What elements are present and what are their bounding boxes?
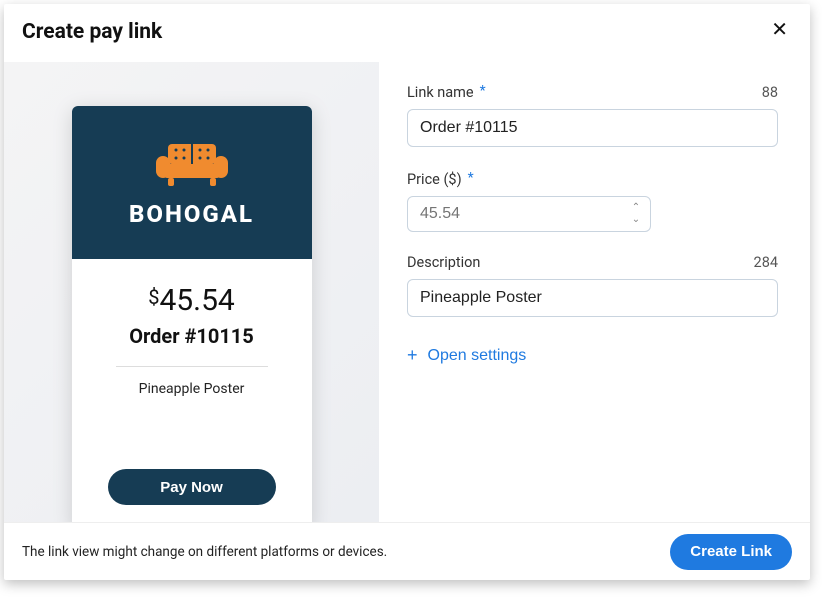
- brand-name: BOHOGAL: [129, 200, 254, 228]
- price-step-up[interactable]: ⌃: [627, 202, 645, 214]
- divider: [116, 366, 268, 367]
- link-name-label: Link name: [407, 84, 474, 101]
- preview-pane: BOHOGAL $45.54 Order #10115 Pineapple Po…: [4, 62, 379, 522]
- price-step-down[interactable]: ⌄: [627, 214, 645, 226]
- paylink-preview-card: BOHOGAL $45.54 Order #10115 Pineapple Po…: [72, 106, 312, 522]
- price-field: Price ($) * ⌃ ⌄: [407, 169, 778, 232]
- link-name-counter: 88: [762, 84, 778, 101]
- open-settings-button[interactable]: + Open settings: [407, 345, 526, 366]
- chevron-down-icon: ⌄: [632, 214, 640, 225]
- price-label: Price ($): [407, 171, 462, 188]
- pay-now-button[interactable]: Pay Now: [108, 469, 276, 505]
- description-input[interactable]: [407, 279, 778, 317]
- price-stepper: ⌃ ⌄: [627, 196, 645, 232]
- couch-icon: [150, 138, 234, 188]
- close-button[interactable]: ✕: [767, 20, 792, 40]
- order-name: Order #10115: [92, 324, 292, 348]
- create-link-button[interactable]: Create Link: [670, 534, 792, 570]
- card-body: $45.54 Order #10115 Pineapple Poster: [72, 259, 312, 423]
- form-pane: Link name * 88 Price ($) *: [379, 62, 810, 522]
- required-asterisk: *: [480, 83, 486, 99]
- card-header: BOHOGAL: [72, 106, 312, 259]
- modal-header: Create pay link ✕: [4, 4, 810, 62]
- description-counter: 284: [754, 254, 778, 271]
- modal-title: Create pay link: [22, 20, 162, 44]
- description-label: Description: [407, 254, 480, 271]
- chevron-up-icon: ⌃: [632, 202, 640, 213]
- footer-note: The link view might change on different …: [22, 544, 387, 560]
- description-field: Description 284: [407, 254, 778, 317]
- required-asterisk: *: [468, 170, 474, 186]
- plus-icon: +: [407, 345, 418, 366]
- price-display: $45.54: [92, 283, 292, 318]
- link-name-input[interactable]: [407, 109, 778, 147]
- price-value: 45.54: [159, 283, 234, 318]
- modal-footer: The link view might change on different …: [4, 522, 810, 580]
- create-pay-link-modal: Create pay link ✕: [4, 4, 810, 580]
- currency-symbol: $: [148, 285, 159, 309]
- open-settings-label: Open settings: [428, 347, 527, 365]
- description-text: Pineapple Poster: [92, 381, 292, 397]
- close-icon: ✕: [771, 19, 788, 41]
- link-name-field: Link name * 88: [407, 82, 778, 147]
- modal-body: BOHOGAL $45.54 Order #10115 Pineapple Po…: [4, 62, 810, 522]
- price-input[interactable]: [407, 196, 651, 232]
